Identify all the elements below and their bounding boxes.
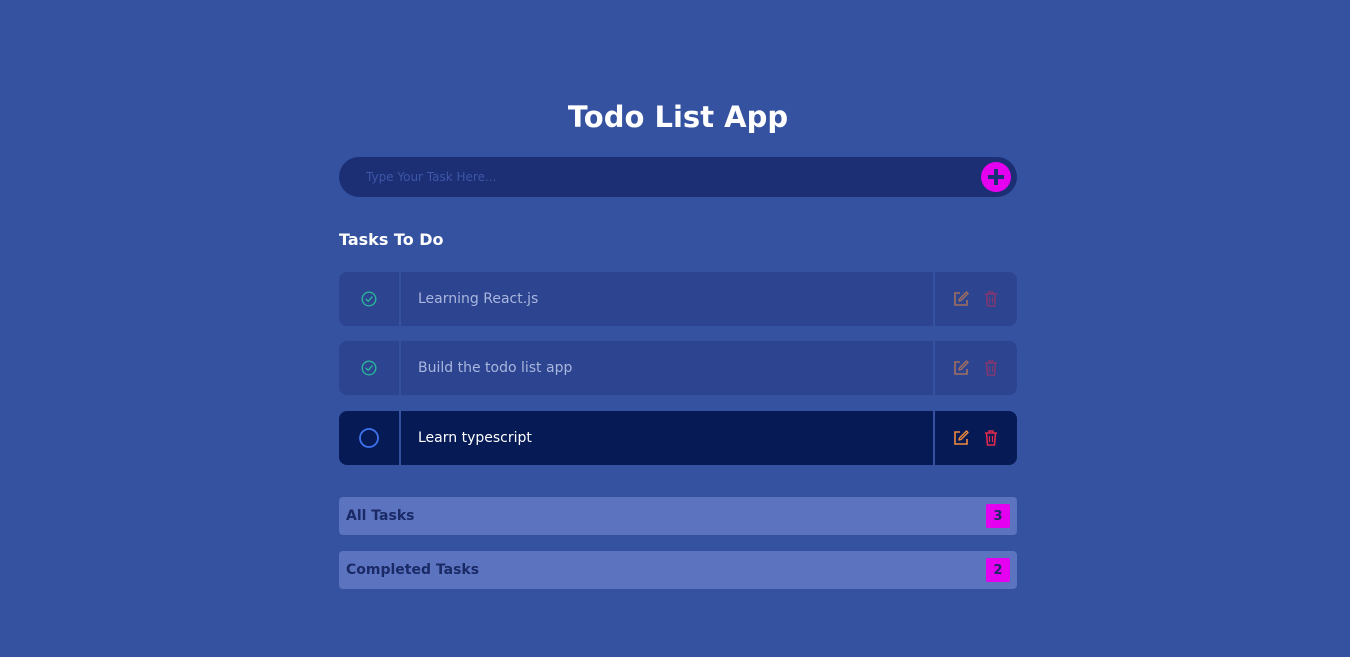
- task-text: Build the todo list app: [401, 341, 935, 395]
- task-toggle[interactable]: [339, 341, 401, 395]
- delete-button[interactable]: [982, 429, 1001, 448]
- empty-circle-icon: [359, 428, 379, 448]
- edit-icon: [954, 360, 969, 375]
- task-actions: [935, 341, 1017, 395]
- task-input-bar: [339, 157, 1017, 197]
- task-actions: [935, 411, 1017, 465]
- count-badge: 3: [986, 504, 1010, 528]
- task-toggle[interactable]: [339, 272, 401, 326]
- section-title: Tasks To Do: [339, 230, 444, 249]
- task-input[interactable]: [366, 157, 966, 197]
- task-item: Learn typescript: [339, 411, 1017, 465]
- edit-icon: [954, 291, 969, 306]
- trash-icon: [985, 430, 997, 446]
- task-toggle[interactable]: [339, 411, 401, 465]
- check-circle-icon: [361, 291, 377, 307]
- page-title: Todo List App: [567, 100, 789, 134]
- summary-label: Completed Tasks: [346, 562, 480, 578]
- all-tasks-summary[interactable]: All Tasks 3: [339, 497, 1017, 535]
- edit-button[interactable]: [952, 290, 971, 309]
- trash-icon: [985, 360, 997, 376]
- edit-icon: [954, 430, 969, 445]
- task-actions: [935, 272, 1017, 326]
- completed-tasks-summary[interactable]: Completed Tasks 2: [339, 551, 1017, 589]
- delete-button[interactable]: [982, 359, 1001, 378]
- task-item: Build the todo list app: [339, 341, 1017, 395]
- task-text: Learning React.js: [401, 272, 935, 326]
- summary-label: All Tasks: [346, 508, 415, 524]
- count-badge: 2: [986, 558, 1010, 582]
- plus-icon: [988, 169, 1004, 185]
- trash-icon: [985, 291, 997, 307]
- edit-button[interactable]: [952, 359, 971, 378]
- task-text: Learn typescript: [401, 411, 935, 465]
- check-circle-icon: [361, 360, 377, 376]
- edit-button[interactable]: [952, 429, 971, 448]
- task-item: Learning React.js: [339, 272, 1017, 326]
- add-task-button[interactable]: [981, 162, 1011, 192]
- delete-button[interactable]: [982, 290, 1001, 309]
